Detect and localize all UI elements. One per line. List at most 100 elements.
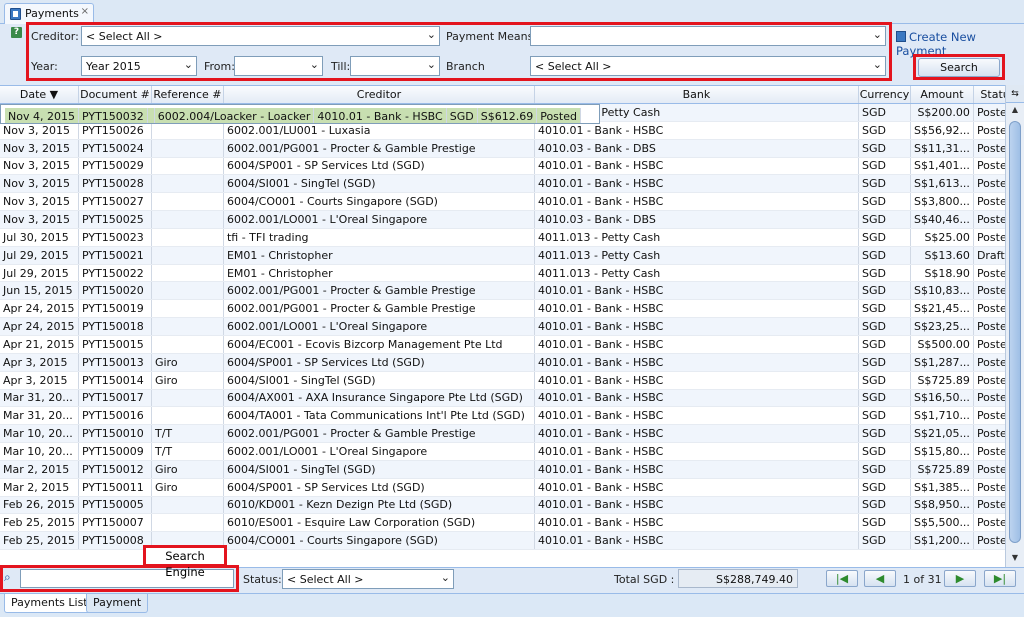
- previous-page-icon[interactable]: ◀: [864, 570, 896, 587]
- table-row[interactable]: Jul 29, 2015 PYT150021 EM01 - Christopher 4…: [0, 246, 1023, 265]
- table-row[interactable]: Mar 10, 20... PYT150010 T/T 6002.001/PG001 …: [0, 424, 1023, 444]
- table-cell: S$23,25...: [910, 317, 974, 336]
- table-cell: S$1,200...: [910, 531, 974, 551]
- table-cell: Nov 3, 2015: [0, 157, 79, 176]
- creditor-label: Creditor:: [31, 30, 79, 43]
- vertical-scrollbar[interactable]: ⇆ ▲ ▼: [1005, 85, 1024, 567]
- table-row[interactable]: Nov 3, 2015 PYT150029 6004/SP001 - SP Serv…: [0, 157, 1023, 176]
- table-cell: Feb 25, 2015: [0, 513, 79, 533]
- column-menu-icon[interactable]: ⇆: [1006, 85, 1024, 103]
- scroll-down-icon[interactable]: ▼: [1009, 553, 1021, 565]
- table-cell: 4010.01 - Bank - HSBC: [534, 281, 859, 301]
- table-row[interactable]: Nov 3, 2015 PYT150026 6002.001/LU001 - Lux…: [0, 121, 1023, 140]
- table-cell: 6004/CO001 - Courts Singapore (SGD): [223, 192, 535, 212]
- table-row[interactable]: Apr 21, 2015 PYT150015 6004/EC001 - Ecovis…: [0, 335, 1023, 354]
- year-select[interactable]: Year 2015 ⌄: [81, 56, 197, 76]
- column-header[interactable]: Creditor: [223, 86, 535, 104]
- table-row[interactable]: Jul 30, 2015 PYT150023 tfi - TFI trading 40…: [0, 228, 1023, 247]
- table-cell: PYT150018: [78, 317, 152, 336]
- column-header[interactable]: Amount: [910, 86, 974, 104]
- table-cell: 6004/SP001 - SP Services Ltd (SGD): [223, 157, 535, 176]
- table-cell: S$725.89: [910, 460, 974, 479]
- table-row[interactable]: Mar 31, 20... PYT150017 6004/AX001 - AXA I…: [0, 389, 1023, 408]
- branch-select[interactable]: < Select All > ⌄: [530, 56, 886, 76]
- table-row[interactable]: Mar 31, 20... PYT150016 6004/TA001 - Tata …: [0, 406, 1023, 426]
- table-cell: SGD: [858, 513, 911, 533]
- scroll-up-icon[interactable]: ▲: [1009, 105, 1021, 117]
- create-new-payment-link[interactable]: Create New Payment: [896, 30, 1024, 58]
- table-row[interactable]: Apr 3, 2015 PYT150013 Giro 6004/SP001 - SP …: [0, 353, 1023, 372]
- table-cell: SGD: [858, 496, 911, 515]
- till-date-field[interactable]: ⌄: [350, 56, 440, 76]
- table-cell: Feb 25, 2015: [0, 531, 79, 551]
- table-row[interactable]: Nov 3, 2015 PYT150024 6002.001/PG001 - Pro…: [0, 139, 1023, 158]
- table-cell: 6004/CO001 - Courts Singapore (SGD): [223, 531, 535, 551]
- table-row[interactable]: Apr 24, 2015 PYT150019 6002.001/PG001 - Pr…: [0, 299, 1023, 319]
- table-cell: 6002.001/LU001 - Luxasia: [223, 121, 535, 140]
- table-cell: 4011.013 - Petty Cash: [534, 264, 859, 283]
- tab-payments[interactable]: Payments ×: [4, 3, 94, 24]
- table-row[interactable]: Nov 4, 2015 PYT150032 6002.004/Loacker - L…: [0, 103, 600, 124]
- column-header[interactable]: Date ▼: [0, 86, 79, 104]
- table-row[interactable]: Mar 2, 2015 PYT150011 Giro 6004/SP001 - SP …: [0, 478, 1023, 497]
- column-header[interactable]: Bank: [534, 86, 859, 104]
- table-cell: 4010.01 - Bank - HSBC: [534, 174, 859, 194]
- column-header[interactable]: Currency: [858, 86, 911, 104]
- table-row[interactable]: Mar 2, 2015 PYT150012 Giro 6004/SI001 - Sin…: [0, 460, 1023, 479]
- payment-means-select[interactable]: ⌄: [530, 26, 886, 46]
- next-page-icon[interactable]: ▶: [944, 570, 976, 587]
- table-row[interactable]: Nov 3, 2015 PYT150028 6004/SI001 - SingTel…: [0, 174, 1023, 194]
- table-cell: 6002.004/Loacker - Loacker: [154, 107, 315, 123]
- table-cell: 4010.01 - Bank - HSBC: [534, 353, 859, 372]
- tab-payments-label: Payments: [25, 7, 79, 20]
- table-cell: SGD: [858, 460, 911, 479]
- table-row[interactable]: Nov 3, 2015 PYT150027 6004/CO001 - Courts …: [0, 192, 1023, 212]
- table-cell: S$40,46...: [910, 210, 974, 229]
- table-cell: Giro: [151, 460, 224, 479]
- table-cell: 4010.01 - Bank - HSBC: [534, 317, 859, 336]
- status-value: < Select All >: [287, 573, 364, 586]
- table-row[interactable]: Apr 3, 2015 PYT150014 Giro 6004/SI001 - Sin…: [0, 371, 1023, 390]
- table-cell: T/T: [151, 424, 224, 444]
- table-cell: PYT150026: [78, 121, 152, 140]
- table-row[interactable]: Mar 10, 20... PYT150009 T/T 6002.001/LO001 …: [0, 442, 1023, 461]
- table-row[interactable]: Jul 29, 2015 PYT150022 EM01 - Christopher 4…: [0, 264, 1023, 283]
- table-cell: SGD: [858, 103, 911, 122]
- table-cell: Jul 29, 2015: [0, 246, 79, 265]
- search-button[interactable]: Search: [918, 58, 1000, 77]
- last-page-icon[interactable]: ▶|: [984, 570, 1016, 587]
- table-cell: [151, 228, 224, 247]
- table-cell: 4011.013 - Petty Cash: [534, 228, 859, 247]
- chevron-down-icon: ⌄: [426, 28, 436, 41]
- table-row[interactable]: Jun 15, 2015 PYT150020 6002.001/PG001 - Pr…: [0, 281, 1023, 301]
- help-icon[interactable]: ?: [11, 27, 22, 38]
- from-date-field[interactable]: ⌄: [234, 56, 323, 76]
- status-select[interactable]: < Select All > ⌄: [282, 569, 454, 589]
- table-cell: PYT150024: [78, 139, 152, 158]
- table-row[interactable]: Feb 26, 2015 PYT150005 6010/KD001 - Kezn D…: [0, 496, 1023, 515]
- table-cell: SGD: [858, 389, 911, 408]
- table-cell: 4010.01 - Bank - HSBC: [534, 478, 859, 497]
- column-header[interactable]: Document #: [78, 86, 152, 104]
- window-tab-bar: Payments ×: [0, 0, 1024, 24]
- scroll-thumb[interactable]: [1009, 121, 1021, 543]
- chevron-down-icon: ⌄: [426, 58, 436, 71]
- table-cell: 4010.01 - Bank - HSBC: [534, 513, 859, 533]
- tab-payment[interactable]: Payment: [86, 594, 149, 613]
- creditor-select[interactable]: < Select All > ⌄: [81, 26, 440, 46]
- table-cell: 4010.01 - Bank - HSBC: [534, 442, 859, 461]
- close-icon[interactable]: ×: [81, 6, 89, 17]
- chevron-down-icon: ⌄: [872, 28, 882, 41]
- column-header[interactable]: Reference #: [151, 86, 224, 104]
- table-row[interactable]: Feb 25, 2015 PYT150007 6010/ES001 - Esquir…: [0, 513, 1023, 533]
- table-cell: S$5,500...: [910, 513, 974, 533]
- table-row[interactable]: Apr 24, 2015 PYT150018 6002.001/LO001 - L'…: [0, 317, 1023, 336]
- table-cell: Giro: [151, 353, 224, 372]
- search-engine-callout: Search Engine: [143, 545, 227, 579]
- table-row[interactable]: Nov 3, 2015 PYT150025 6002.001/LO001 - L'O…: [0, 210, 1023, 229]
- payments-table: Date ▼ Document # Reference # Creditor Bank C…: [0, 86, 1023, 551]
- table-cell: S$8,950...: [910, 496, 974, 515]
- table-header: Date ▼ Document # Reference # Creditor Bank C…: [0, 86, 1023, 104]
- tab-payments-list[interactable]: Payments List: [4, 594, 95, 613]
- first-page-icon[interactable]: |◀: [826, 570, 858, 587]
